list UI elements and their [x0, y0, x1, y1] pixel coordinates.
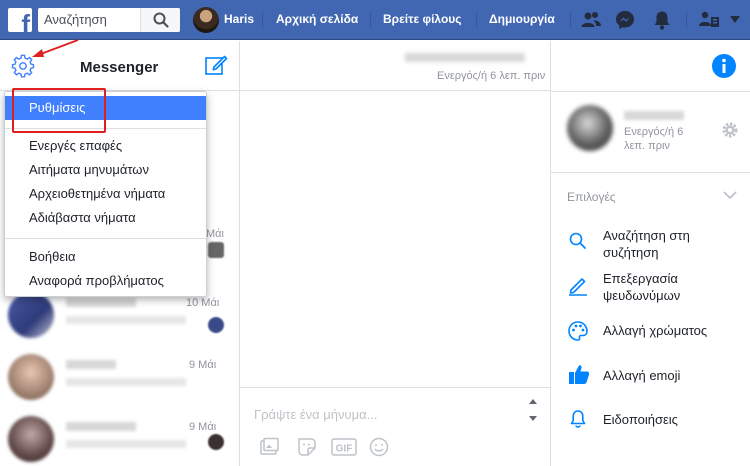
contact-name [624, 111, 684, 120]
option-edit-nicknames[interactable]: Επεξεργασία ψευδωνύμων [603, 270, 743, 304]
gear-icon[interactable] [721, 121, 739, 139]
conversation-date: Μάι [206, 228, 224, 240]
conversation-date: 9 Μάι [189, 421, 217, 433]
contact-avatar [8, 292, 54, 338]
create-link[interactable]: Δημιουργία [489, 12, 555, 26]
contact-name [66, 360, 116, 369]
photo-icon[interactable] [258, 436, 280, 458]
contact-avatar [567, 105, 613, 151]
menu-item-report-problem[interactable]: Αναφορά προβλήματος [5, 269, 206, 293]
option-search-conversation[interactable]: Αναζήτηση στη συζήτηση [603, 227, 743, 261]
divider [551, 91, 750, 92]
sticker-icon[interactable] [296, 436, 318, 458]
chevron-down-icon[interactable] [723, 190, 737, 200]
contact-avatar [8, 416, 54, 462]
thumbs-up-icon [569, 365, 590, 384]
search-button[interactable] [140, 8, 180, 32]
message-snippet [66, 316, 186, 324]
annotation-highlight-box [12, 88, 106, 133]
quick-help-icon[interactable] [698, 9, 720, 31]
option-notifications[interactable]: Ειδοποιήσεις [603, 411, 743, 428]
message-input[interactable]: Γράψτε ένα μήνυμα... [254, 407, 377, 422]
conversation-header: Ενεργός/ή 6 λεπ. πριν [240, 41, 621, 91]
svg-text:GIF: GIF [336, 444, 353, 455]
search-input[interactable]: Αναζήτηση [44, 12, 107, 27]
menu-item-message-requests[interactable]: Αιτήματα μηνυμάτων [5, 158, 206, 182]
panel-title: Messenger [80, 59, 159, 76]
friend-requests-icon[interactable] [580, 9, 602, 31]
divider [262, 12, 263, 28]
read-receipt-avatar [208, 317, 224, 333]
palette-icon [568, 321, 588, 341]
messenger-page: f Αναζήτηση Haris Αρχική σελίδα Βρείτε φ… [0, 0, 750, 466]
divider [476, 12, 477, 28]
read-receipt-avatar [208, 242, 224, 258]
read-receipt-avatar [208, 434, 224, 450]
divider [370, 12, 371, 28]
account-menu-caret-icon[interactable] [730, 16, 740, 24]
contact-avatar [8, 354, 54, 400]
notifications-icon[interactable] [651, 9, 673, 31]
message-snippet [66, 440, 186, 448]
option-change-emoji[interactable]: Αλλαγή emoji [603, 367, 743, 384]
composer-scrollbar[interactable] [528, 396, 538, 424]
user-avatar[interactable] [193, 7, 219, 33]
home-link[interactable]: Αρχική σελίδα [276, 12, 358, 26]
gif-icon[interactable]: GIF [331, 436, 357, 458]
active-status: Ενεργός/ή 6 λεπ. πριν [437, 70, 546, 82]
conversation-details-panel: Ενεργός/ή 6 λεπ. πριν Επιλογές Αναζήτηση… [550, 41, 750, 466]
message-composer: Γράψτε ένα μήνυμα... GIF [240, 387, 550, 466]
menu-item-active-contacts[interactable]: Ενεργές επαφές [5, 134, 206, 158]
emoji-icon[interactable] [368, 436, 390, 458]
facebook-logo-icon[interactable]: f [8, 8, 32, 32]
search-icon [153, 12, 169, 28]
menu-item-help[interactable]: Βοήθεια [5, 245, 206, 269]
menu-item-unread-threads[interactable]: Αδιάβαστα νήματα [5, 206, 206, 230]
conversation-row[interactable]: 9 Μάι [0, 346, 239, 408]
messenger-icon[interactable] [614, 9, 636, 31]
divider [570, 12, 571, 28]
menu-item-archived-threads[interactable]: Αρχειοθετημένα νήματα [5, 182, 206, 206]
search-icon [569, 232, 586, 249]
divider [551, 172, 750, 173]
bell-icon [570, 410, 586, 428]
search-box[interactable]: Αναζήτηση [38, 8, 180, 32]
conversation-date: 10 Μάι [186, 297, 220, 309]
contact-name [66, 422, 136, 431]
conversation-row[interactable]: 9 Μάι [0, 408, 239, 466]
compose-icon[interactable] [204, 53, 228, 77]
profile-link[interactable]: Haris [224, 12, 254, 26]
contact-name [405, 53, 525, 62]
options-section-title: Επιλογές [567, 190, 616, 204]
contact-name [66, 298, 136, 307]
message-snippet [66, 378, 186, 386]
active-status: Ενεργός/ή 6 λεπ. πριν [624, 126, 684, 152]
pencil-icon [569, 278, 587, 296]
info-icon[interactable] [711, 53, 737, 79]
conversation-date: 9 Μάι [189, 359, 217, 371]
option-change-color[interactable]: Αλλαγή χρώματος [603, 322, 743, 339]
annotation-arrow [32, 39, 79, 57]
divider [686, 12, 687, 28]
conversation-panel: Ενεργός/ή 6 λεπ. πριν Γράψτε ένα μήνυμα.… [240, 41, 695, 466]
find-friends-link[interactable]: Βρείτε φίλους [383, 12, 462, 26]
menu-divider [5, 238, 206, 239]
top-navbar: f Αναζήτηση Haris Αρχική σελίδα Βρείτε φ… [0, 0, 750, 40]
